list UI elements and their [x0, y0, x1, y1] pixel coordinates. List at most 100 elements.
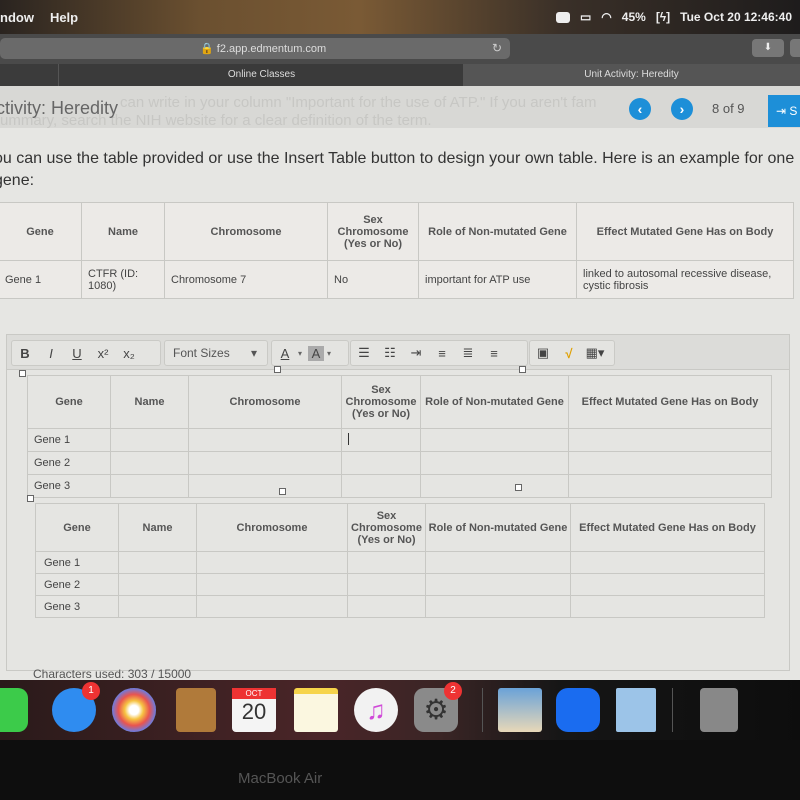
table-cell[interactable]: Gene 1	[35, 551, 119, 574]
column-header[interactable]: Effect Mutated Gene Has on Body	[568, 375, 772, 429]
resize-handle[interactable]	[27, 495, 34, 502]
table-cell[interactable]	[196, 551, 348, 574]
reload-icon[interactable]: ↻	[492, 41, 502, 55]
bullet-list-icon[interactable]: ☰	[351, 345, 377, 361]
table-cell[interactable]	[570, 595, 765, 618]
table-cell[interactable]	[347, 573, 426, 596]
dock-contacts[interactable]	[176, 688, 216, 732]
column-header[interactable]: Role of Non-mutated Gene	[425, 503, 571, 552]
table-cell[interactable]	[568, 474, 772, 498]
clock[interactable]: Tue Oct 20 12:46:40	[680, 10, 792, 24]
numbered-list-icon[interactable]: ☷	[377, 345, 403, 361]
table-cell[interactable]	[425, 595, 571, 618]
next-page-button[interactable]: ›	[671, 98, 693, 120]
editable-table-2[interactable]: Gene Name Chromosome Sex Chromosome (Yes…	[35, 503, 765, 618]
table-cell[interactable]	[341, 451, 421, 475]
battery-charging-icon[interactable]: [ϟ]	[656, 10, 670, 24]
dock-preview[interactable]	[498, 688, 542, 732]
table-cell[interactable]: Gene 3	[35, 595, 119, 618]
table-cell[interactable]	[347, 551, 426, 574]
dock-trash[interactable]	[700, 688, 738, 732]
resize-handle[interactable]	[519, 366, 526, 373]
zoom-status-icon[interactable]	[555, 11, 570, 23]
resize-handle[interactable]	[19, 370, 26, 377]
bold-button[interactable]: B	[12, 346, 38, 361]
insert-image-icon[interactable]: ▣	[530, 345, 556, 361]
table-cell[interactable]: Gene 3	[27, 474, 111, 498]
caret-down-icon[interactable]: ▾	[327, 349, 331, 358]
table-cell[interactable]	[420, 428, 569, 452]
column-header[interactable]: Gene	[35, 503, 119, 552]
table-cell[interactable]	[347, 595, 426, 618]
table-cell[interactable]	[188, 474, 342, 498]
dock-notes[interactable]	[294, 688, 338, 732]
table-cell[interactable]	[196, 573, 348, 596]
table-cell[interactable]: Gene 2	[35, 573, 119, 596]
previous-page-button[interactable]: ‹	[629, 98, 651, 120]
editor-content-area[interactable]: Gene Name Chromosome Sex Chromosome (Yes…	[7, 366, 789, 670]
menu-help[interactable]: Help	[50, 10, 78, 25]
subscript-button[interactable]: x₂	[116, 346, 142, 361]
submit-button[interactable]: ⇥ S	[768, 95, 800, 127]
dock-music[interactable]: ♫	[354, 688, 398, 732]
dock-messages[interactable]: 1	[52, 682, 100, 732]
column-header[interactable]: Chromosome	[196, 503, 348, 552]
font-color-button[interactable]: A	[272, 346, 298, 361]
table-cell[interactable]	[118, 573, 197, 596]
italic-button[interactable]: I	[38, 346, 64, 361]
column-header[interactable]: Effect Mutated Gene Has on Body	[570, 503, 765, 552]
table-cell[interactable]	[196, 595, 348, 618]
column-header[interactable]: Role of Non-mutated Gene	[420, 375, 569, 429]
dock-facetime[interactable]	[0, 688, 28, 732]
caret-down-icon[interactable]: ▾	[298, 349, 302, 358]
superscript-button[interactable]: x²	[90, 346, 116, 361]
highlight-color-button[interactable]: A	[308, 345, 325, 361]
column-header[interactable]: Sex Chromosome (Yes or No)	[341, 375, 421, 429]
table-cell[interactable]	[420, 474, 569, 498]
table-cell-focused[interactable]	[341, 428, 421, 452]
dock-system-preferences[interactable]: ⚙ 2	[414, 682, 462, 732]
table-cell[interactable]	[188, 451, 342, 475]
align-center-icon[interactable]: ≣	[455, 345, 481, 361]
table-cell[interactable]	[110, 428, 189, 452]
column-header[interactable]: Name	[110, 375, 189, 429]
download-button[interactable]: ⬇	[752, 39, 784, 57]
wifi-icon[interactable]: ◠	[601, 10, 611, 24]
table-cell[interactable]: Gene 1	[27, 428, 111, 452]
column-header[interactable]: Chromosome	[188, 375, 342, 429]
editable-table-1[interactable]: Gene Name Chromosome Sex Chromosome (Yes…	[27, 375, 772, 498]
column-header[interactable]: Name	[118, 503, 197, 552]
table-cell[interactable]	[570, 551, 765, 574]
table-cell[interactable]	[110, 451, 189, 475]
dock-calendar[interactable]: OCT 20	[232, 688, 276, 732]
tab-online-classes[interactable]: Online Classes	[58, 64, 464, 86]
column-header[interactable]: Sex Chromosome (Yes or No)	[347, 503, 426, 552]
align-left-icon[interactable]: ≡	[429, 346, 455, 361]
insert-table-icon[interactable]: ▦▾	[582, 345, 608, 361]
table-cell[interactable]	[118, 595, 197, 618]
table-cell[interactable]	[425, 551, 571, 574]
align-right-icon[interactable]: ≡	[481, 346, 507, 361]
airplay-icon[interactable]: ▭	[580, 10, 591, 24]
dock-photos[interactable]	[112, 688, 156, 732]
tab-unit-activity[interactable]: Unit Activity: Heredity	[463, 64, 800, 86]
table-cell[interactable]	[568, 451, 772, 475]
underline-button[interactable]: U	[64, 346, 90, 361]
equation-icon[interactable]: √	[556, 346, 582, 361]
resize-handle[interactable]	[279, 488, 286, 495]
table-cell[interactable]	[568, 428, 772, 452]
table-cell[interactable]	[570, 573, 765, 596]
column-header[interactable]: Gene	[27, 375, 111, 429]
table-cell[interactable]	[118, 551, 197, 574]
address-bar[interactable]: 🔒 f2.app.edmentum.com ↻	[0, 38, 510, 59]
table-cell[interactable]	[188, 428, 342, 452]
menu-window[interactable]: ndow	[0, 10, 34, 25]
table-cell[interactable]	[341, 474, 421, 498]
dock-mail[interactable]	[616, 688, 656, 732]
indent-icon[interactable]: ⇥	[403, 345, 429, 361]
resize-handle[interactable]	[274, 366, 281, 373]
table-cell[interactable]: Gene 2	[27, 451, 111, 475]
toolbar-button[interactable]	[790, 39, 800, 57]
dock-zoom[interactable]	[556, 688, 600, 732]
resize-handle[interactable]	[515, 484, 522, 491]
